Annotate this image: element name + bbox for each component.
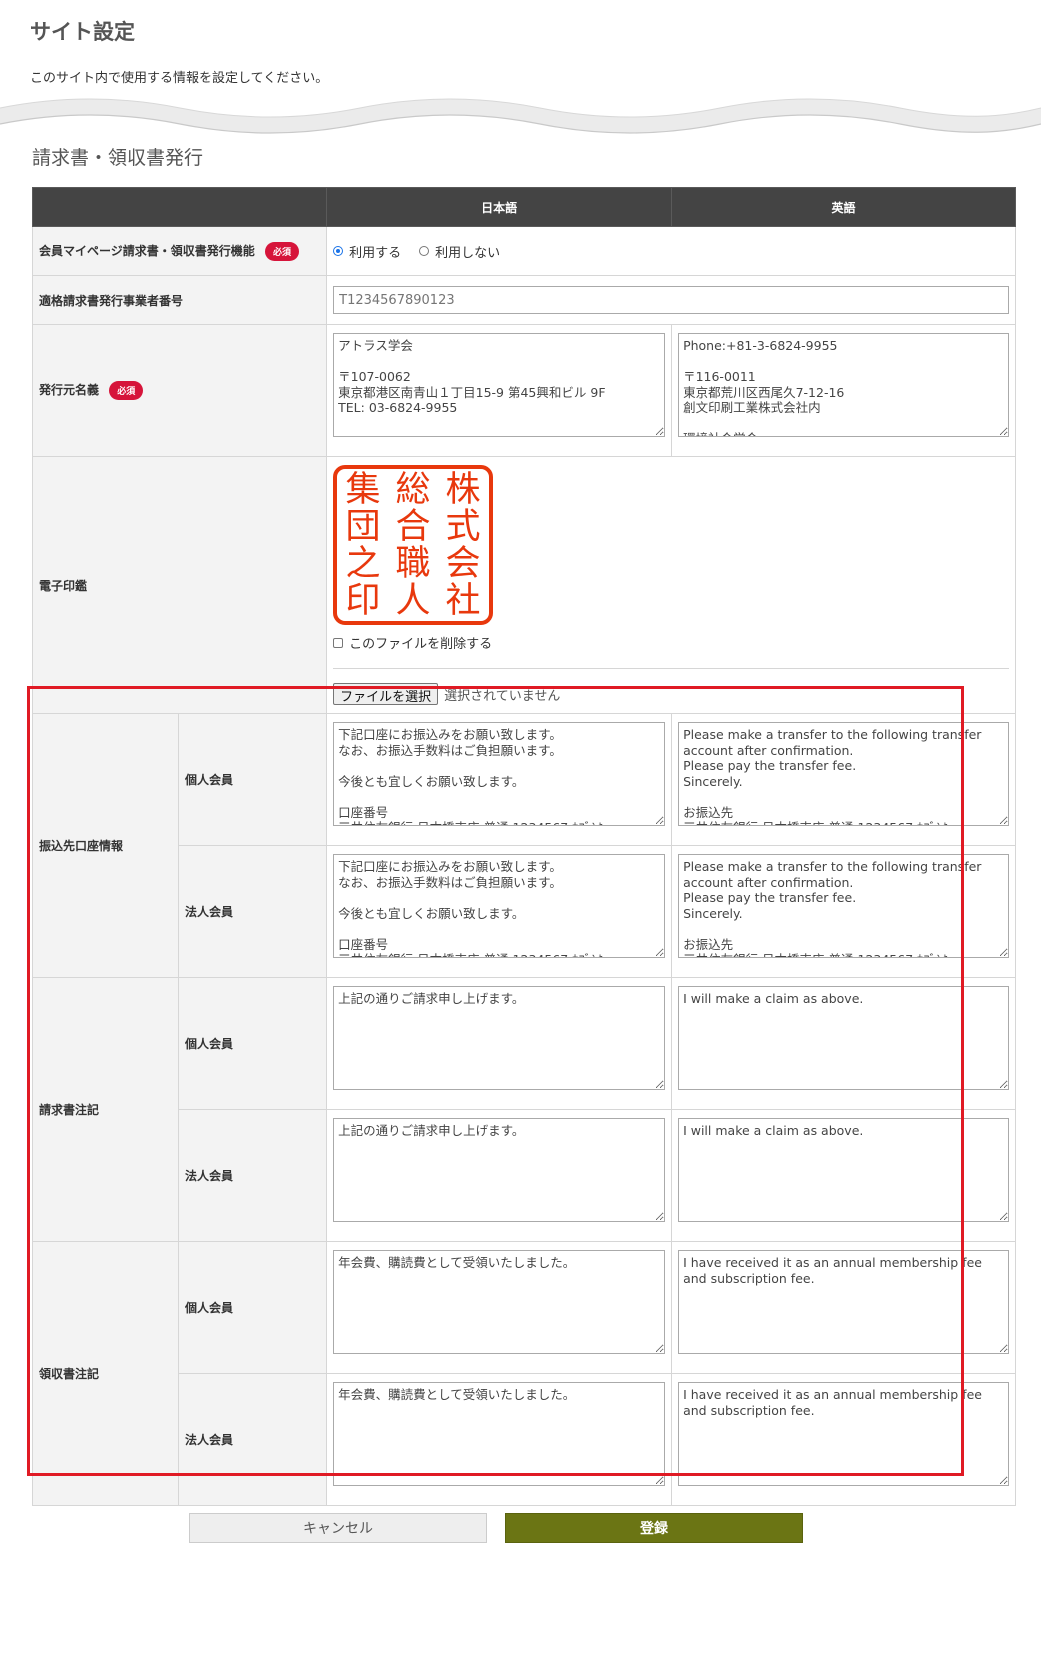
receipt-corporate-english-textarea[interactable]: I have received it as an annual membersh… <box>678 1382 1009 1486</box>
seal-svg: 集総株団合式之職会印人社 <box>333 465 494 625</box>
bank-group-label: 振込先口座情報 <box>31 713 180 978</box>
header-blank <box>31 187 328 227</box>
invoice-corporate-english-textarea[interactable]: I will make a claim as above. <box>678 1118 1009 1222</box>
seal-char: 社 <box>446 581 481 621</box>
seal-row: 電子印鑑 集総株団合式之職会印人社 このファイルを削除する ファイルを選択 選択… <box>31 456 1016 714</box>
issuer-english-textarea[interactable]: Phone:+81-3-6824-9955 〒116-0011 東京都荒川区西尾… <box>678 333 1009 437</box>
registration-number-input[interactable] <box>333 286 1009 314</box>
bank-corporate-row: 法人会員 下記口座にお振込みをお願い致します。 なお、お振込手数料はご負担願いま… <box>33 845 1016 978</box>
wave-divider <box>0 98 1041 134</box>
registration-input-cell <box>326 275 1016 325</box>
receipt-individual-row: 領収書注記 個人会員 年会費、購読費として受領いたしました。 I have re… <box>31 1241 1016 1506</box>
bank-individual-english-cell: Please make a transfer to the following … <box>671 713 1016 846</box>
seal-char: 合 <box>396 507 431 547</box>
bank-individual-japanese-textarea[interactable]: 下記口座にお振込みをお願い致します。 なお、お振込手数料はご負担願います。 今後… <box>333 722 666 826</box>
seal-char: 式 <box>446 507 481 547</box>
bank-individual-label: 個人会員 <box>178 713 328 846</box>
issuer-japanese-cell: アトラス学会 〒107-0062 東京都港区南青山１丁目15-9 第45興和ビル… <box>326 324 673 457</box>
invoice-group-label: 請求書注記 <box>31 977 180 1242</box>
seal-label: 電子印鑑 <box>31 456 328 714</box>
seal-char: 印 <box>346 581 381 621</box>
radio-not-use-label[interactable]: 利用しない <box>435 242 500 261</box>
radio-use[interactable] <box>333 246 344 256</box>
invoice-individual-row: 請求書注記 個人会員 上記の通りご請求申し上げます。 I will make a… <box>31 977 1016 1242</box>
invoice-corporate-english-cell: I will make a claim as above. <box>671 1109 1016 1242</box>
invoice-individual-japanese-textarea[interactable]: 上記の通りご請求申し上げます。 <box>333 986 666 1090</box>
registration-row: 適格請求書発行事業者番号 <box>31 275 1016 325</box>
invoice-individual-japanese-cell: 上記の通りご請求申し上げます。 <box>326 977 673 1110</box>
registration-label: 適格請求書発行事業者番号 <box>31 275 328 325</box>
feature-options-cell: 利用する 利用しない <box>326 226 1016 276</box>
issuer-row: 発行元名義 必須 アトラス学会 〒107-0062 東京都港区南青山１丁目15-… <box>31 324 1016 457</box>
page-description: このサイト内で使用する情報を設定してください。 <box>30 71 329 86</box>
bank-corporate-japanese-textarea[interactable]: 下記口座にお振込みをお願い致します。 なお、お振込手数料はご負担願います。 今後… <box>333 854 666 958</box>
section-title: 請求書・領収書発行 <box>32 147 204 169</box>
receipt-corporate-japanese-textarea[interactable]: 年会費、購読費として受領いたしました。 <box>333 1382 666 1486</box>
bank-corporate-english-cell: Please make a transfer to the following … <box>671 845 1016 978</box>
issuer-label-cell: 発行元名義 必須 <box>31 324 328 457</box>
bank-corporate-label: 法人会員 <box>178 845 328 978</box>
seal-char: 総 <box>396 470 431 510</box>
delete-file-label[interactable]: このファイルを削除する <box>349 633 492 652</box>
invoice-individual-english-textarea[interactable]: I will make a claim as above. <box>678 986 1009 1090</box>
required-badge: 必須 <box>264 241 299 261</box>
bank-individual-japanese-cell: 下記口座にお振込みをお願い致します。 なお、お振込手数料はご負担願います。 今後… <box>326 713 673 846</box>
invoice-corporate-japanese-textarea[interactable]: 上記の通りご請求申し上げます。 <box>333 1118 666 1222</box>
receipt-corporate-row: 法人会員 年会費、購読費として受領いたしました。 I have received… <box>33 1373 1016 1506</box>
page-title: サイト設定 <box>30 20 135 44</box>
bank-corporate-english-textarea[interactable]: Please make a transfer to the following … <box>678 854 1009 958</box>
invoice-individual-label: 個人会員 <box>178 977 328 1110</box>
seal-char: 会 <box>446 544 481 584</box>
seal-char: 株 <box>446 470 481 510</box>
bank-corporate-japanese-cell: 下記口座にお振込みをお願い致します。 なお、お振込手数料はご負担願います。 今後… <box>326 845 673 978</box>
bank-individual-row: 振込先口座情報 個人会員 下記口座にお振込みをお願い致します。 なお、お振込手数… <box>31 713 1016 978</box>
seal-char: 団 <box>346 507 381 547</box>
choose-file-button[interactable]: ファイルを選択 <box>333 683 439 705</box>
settings-table: 日本語 英語 会員マイページ請求書・領収書発行機能 必須 利用する 利用しない … <box>31 187 1016 1506</box>
receipt-individual-japanese-cell: 年会費、購読費として受領いたしました。 <box>326 1241 673 1374</box>
receipt-group-label: 領収書注記 <box>31 1241 180 1506</box>
invoice-corporate-row: 法人会員 上記の通りご請求申し上げます。 I will make a claim… <box>33 1109 1016 1242</box>
receipt-corporate-label: 法人会員 <box>178 1373 328 1506</box>
radio-use-label[interactable]: 利用する <box>349 242 401 261</box>
receipt-individual-english-textarea[interactable]: I have received it as an annual membersh… <box>678 1250 1009 1354</box>
required-badge: 必須 <box>109 381 144 400</box>
issuer-english-cell: Phone:+81-3-6824-9955 〒116-0011 東京都荒川区西尾… <box>671 324 1016 457</box>
issuer-japanese-textarea[interactable]: アトラス学会 〒107-0062 東京都港区南青山１丁目15-9 第45興和ビル… <box>333 333 666 437</box>
table-header-row: 日本語 英語 <box>31 187 1016 227</box>
receipt-corporate-japanese-cell: 年会費、購読費として受領いたしました。 <box>326 1373 673 1506</box>
file-upload-row: ファイルを選択 選択されていません <box>333 683 1009 705</box>
invoice-corporate-japanese-cell: 上記の通りご請求申し上げます。 <box>326 1109 673 1242</box>
seal-cell: 集総株団合式之職会印人社 このファイルを削除する ファイルを選択 選択されていま… <box>326 456 1016 714</box>
receipt-corporate-english-cell: I have received it as an annual membersh… <box>671 1373 1016 1506</box>
receipt-individual-english-cell: I have received it as an annual membersh… <box>671 1241 1016 1374</box>
seal-image: 集総株団合式之職会印人社 <box>333 465 494 625</box>
seal-char: 之 <box>346 544 381 584</box>
delete-file-checkbox[interactable] <box>333 637 344 648</box>
radio-not-use[interactable] <box>419 246 430 256</box>
header-japanese: 日本語 <box>326 187 673 227</box>
seal-char: 人 <box>396 581 431 621</box>
feature-row: 会員マイページ請求書・領収書発行機能 必須 利用する 利用しない <box>31 226 1016 276</box>
feature-label: 会員マイページ請求書・領収書発行機能 <box>39 243 255 258</box>
file-status: 選択されていません <box>444 688 561 704</box>
seal-char: 集 <box>346 470 381 510</box>
invoice-corporate-label: 法人会員 <box>178 1109 328 1242</box>
receipt-individual-japanese-textarea[interactable]: 年会費、購読費として受領いたしました。 <box>333 1250 666 1354</box>
bank-individual-english-textarea[interactable]: Please make a transfer to the following … <box>678 722 1009 826</box>
submit-button[interactable]: 登録 <box>505 1513 803 1543</box>
receipt-individual-label: 個人会員 <box>178 1241 328 1374</box>
feature-radio-group: 利用する 利用しない <box>333 242 1009 261</box>
invoice-individual-english-cell: I will make a claim as above. <box>671 977 1016 1110</box>
seal-divider <box>333 668 1009 669</box>
issuer-label: 発行元名義 <box>39 383 100 397</box>
feature-label-cell: 会員マイページ請求書・領収書発行機能 必須 <box>31 226 328 276</box>
seal-char: 職 <box>396 544 431 584</box>
header-english: 英語 <box>671 187 1016 227</box>
delete-file-row: このファイルを削除する <box>333 633 1009 652</box>
cancel-button[interactable]: キャンセル <box>189 1513 487 1543</box>
